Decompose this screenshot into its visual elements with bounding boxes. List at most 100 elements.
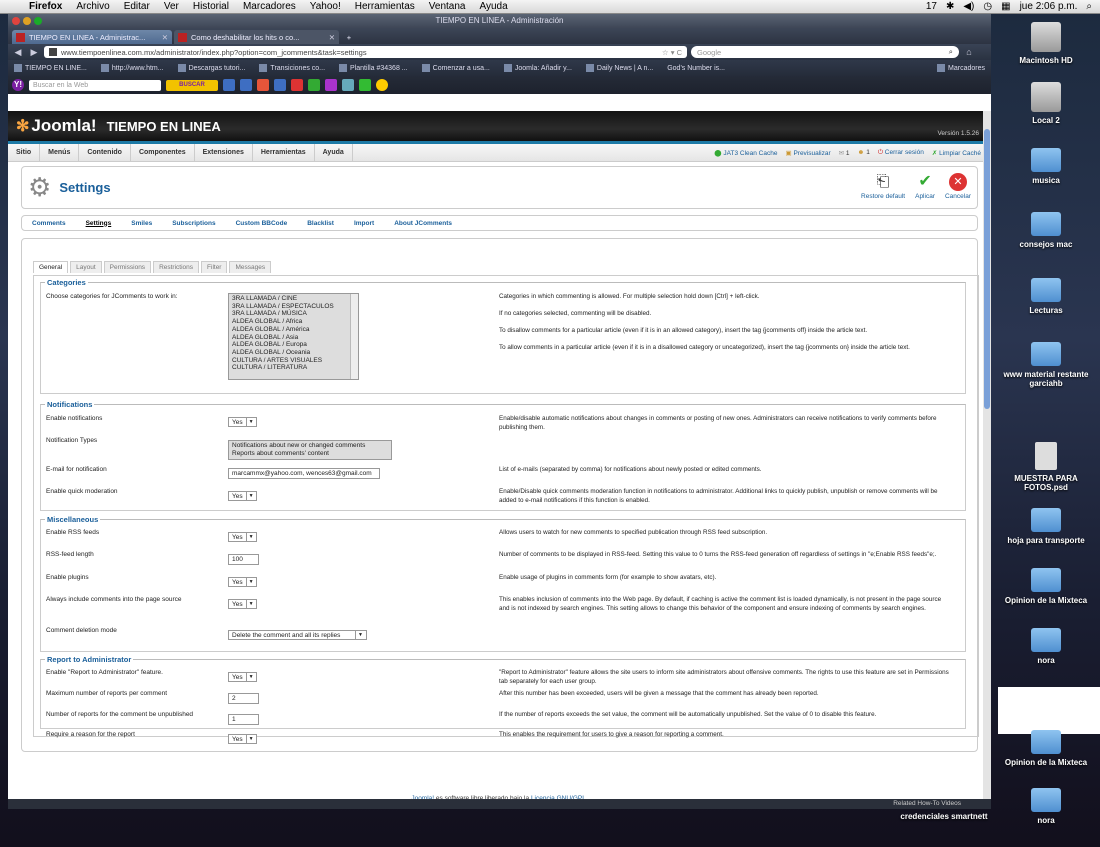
tab-messages[interactable]: Messages (229, 261, 272, 273)
admin-menu-componentes[interactable]: Componentes (131, 143, 195, 162)
desktop-icon-opinion-mixteca-2[interactable]: Opinion de la Mixteca (996, 730, 1096, 767)
time-machine-icon[interactable]: ◷ (983, 1, 992, 12)
url-input[interactable]: www.tiempoenlinea.com.mx/administrator/i… (44, 46, 687, 58)
users-count[interactable]: ☻ 1 (858, 149, 870, 157)
desktop-icon-credenciales[interactable]: credenciales smartnett (894, 812, 994, 821)
admin-menu-menus[interactable]: Menús (40, 143, 80, 162)
toolbar-icon[interactable] (308, 79, 320, 91)
browser-search-input[interactable]: Google ⌕ (691, 46, 959, 58)
home-icon[interactable]: ⌂ (963, 47, 975, 57)
tab-restrictions[interactable]: Restrictions (153, 261, 200, 273)
toolbar-icon[interactable] (359, 79, 371, 91)
subnav-subscriptions[interactable]: Subscriptions (172, 220, 215, 227)
menu-editar[interactable]: Editar (117, 1, 157, 12)
desktop-icon-macintosh-hd[interactable]: Macintosh HD (996, 22, 1096, 65)
notification-type-option[interactable]: Notifications about new or changed comme… (232, 442, 388, 450)
subnav-comments[interactable]: Comments (32, 220, 66, 227)
category-option[interactable]: 3RA LLAMADA / MÚSICA (232, 310, 355, 318)
category-option[interactable]: CULTURA / ARTES VISUALES (232, 357, 355, 365)
tab-layout[interactable]: Layout (70, 261, 102, 273)
desktop-icon-consejos-mac[interactable]: consejos mac (996, 212, 1096, 249)
desktop-icon-musica[interactable]: musica (996, 148, 1096, 185)
subnav-about[interactable]: About JComments (394, 220, 452, 227)
spotlight-icon[interactable]: ⌕ (1086, 1, 1092, 12)
notification-types-select[interactable]: Notifications about new or changed comme… (228, 440, 392, 460)
tab-permissions[interactable]: Permissions (103, 261, 152, 273)
cancel-button[interactable]: ✕ Cancelar (945, 173, 971, 200)
bluetooth-icon[interactable]: ✱ (946, 1, 954, 12)
bookmark-item[interactable]: Descargas tutori... (177, 64, 245, 72)
status-count[interactable]: 17 (926, 1, 937, 12)
bookmark-star-icon[interactable]: ☆ ▾ C (662, 48, 682, 57)
email-notification-input[interactable]: marcammx@yahoo.com, wences63@gmail.com (228, 468, 380, 479)
admin-menu-herramientas[interactable]: Herramientas (253, 143, 315, 162)
include-source-select[interactable]: Yes ▼ (228, 599, 257, 609)
menu-archivo[interactable]: Archivo (69, 1, 116, 12)
bookmarks-menu[interactable]: Marcadores (937, 64, 985, 72)
admin-menu-extensiones[interactable]: Extensiones (195, 143, 253, 162)
yahoo-search-input[interactable]: Buscar en la Web (29, 79, 161, 91)
toolbar-icon[interactable] (240, 79, 252, 91)
toolbar-icon[interactable] (325, 79, 337, 91)
desktop-icon-nora-2[interactable]: nora (996, 788, 1096, 825)
clear-cache-link[interactable]: ✗ Limpiar Caché (932, 149, 981, 157)
smiley-icon[interactable] (376, 79, 388, 91)
subnav-import[interactable]: Import (354, 220, 374, 227)
category-option[interactable]: ALDEA GLOBAL / Oceania (232, 349, 355, 357)
close-tab-icon[interactable]: ✕ (162, 33, 168, 42)
menu-ver[interactable]: Ver (157, 1, 186, 12)
apply-button[interactable]: ✔ Aplicar (915, 173, 935, 200)
preview-link[interactable]: ▣ Previsualizar (785, 149, 830, 157)
flag-icon[interactable]: ▦ (1001, 1, 1010, 12)
browser-tab[interactable]: Como deshabilitar los hits o co... ✕ (174, 30, 339, 44)
plugins-select[interactable]: Yes ▼ (228, 577, 257, 587)
back-icon[interactable]: ◀ (12, 47, 24, 58)
tab-general[interactable]: General (33, 261, 69, 273)
bookmark-item[interactable]: http://www.htm... (100, 64, 164, 72)
admin-menu-sitio[interactable]: Sitio (8, 143, 41, 162)
categories-scrollbar[interactable] (350, 294, 358, 379)
messages-count[interactable]: ✉ 1 (839, 149, 850, 157)
categories-select[interactable]: 3RA LLAMADA / CINE 3RA LLAMADA / ESPECTA… (228, 293, 359, 380)
desktop-icon-muestra[interactable]: MUESTRA PARA FOTOS.psd (996, 442, 1096, 492)
bookmark-item[interactable]: God's Number is... (667, 65, 725, 72)
rss-length-input[interactable]: 100 (228, 554, 259, 565)
admin-menu-contenido[interactable]: Contenido (79, 143, 131, 162)
desktop-icon-lecturas[interactable]: Lecturas (996, 278, 1096, 315)
browser-tab-active[interactable]: TIEMPO EN LINEA - Administrac... ✕ (12, 30, 172, 44)
minimize-window-icon[interactable] (23, 17, 31, 25)
mail-icon[interactable] (223, 79, 235, 91)
logout-link[interactable]: ⏻ Cerrar sesión (878, 149, 924, 157)
category-option[interactable]: ALDEA GLOBAL / América (232, 326, 355, 334)
enable-notifications-select[interactable]: Yes ▼ (228, 417, 257, 427)
yahoo-search-button[interactable]: BUSCAR (166, 79, 218, 91)
forward-icon[interactable]: ▶ (28, 47, 40, 58)
tab-filter[interactable]: Filter (201, 261, 228, 273)
category-option[interactable]: 3RA LLAMADA / CINE (232, 295, 355, 303)
unpublish-reports-input[interactable]: 1 (228, 714, 259, 725)
desktop-icon-nora[interactable]: nora (996, 628, 1096, 665)
notification-type-option[interactable]: Reports about comments' content (232, 450, 388, 458)
report-enable-select[interactable]: Yes ▼ (228, 672, 257, 682)
bookmark-item[interactable]: Comenzar a usa... (421, 64, 490, 72)
desktop-icon-hoja-transporte[interactable]: hoja para transporte (996, 508, 1096, 545)
clock[interactable]: jue 2:06 p.m. (1020, 1, 1078, 12)
close-window-icon[interactable] (12, 17, 20, 25)
deletion-mode-select[interactable]: Delete the comment and all its replies ▼ (228, 630, 367, 640)
desktop-icon-opinion-mixteca[interactable]: Opinion de la Mixteca (996, 568, 1096, 605)
quick-moderation-select[interactable]: Yes ▼ (228, 491, 257, 501)
site-identity-icon[interactable] (49, 48, 57, 56)
facebook-icon[interactable] (274, 79, 286, 91)
subnav-settings[interactable]: Settings (86, 220, 112, 227)
page-scrollbar[interactable] (983, 111, 991, 799)
bookmark-item[interactable]: Transiciones co... (259, 64, 325, 72)
bookmark-item[interactable]: TIEMPO EN LINE... (14, 64, 87, 72)
menu-ayuda[interactable]: Ayuda (472, 1, 514, 12)
require-reason-select[interactable]: Yes ▼ (228, 734, 257, 744)
subnav-custom-bbcode[interactable]: Custom BBCode (236, 220, 288, 227)
zoom-window-icon[interactable] (34, 17, 42, 25)
desktop-icon-www-material[interactable]: www material restante garciahb (996, 342, 1096, 388)
toolbar-icon[interactable] (257, 79, 269, 91)
yahoo-logo-icon[interactable]: Y! (12, 79, 24, 91)
menu-app[interactable]: Firefox (22, 1, 69, 12)
